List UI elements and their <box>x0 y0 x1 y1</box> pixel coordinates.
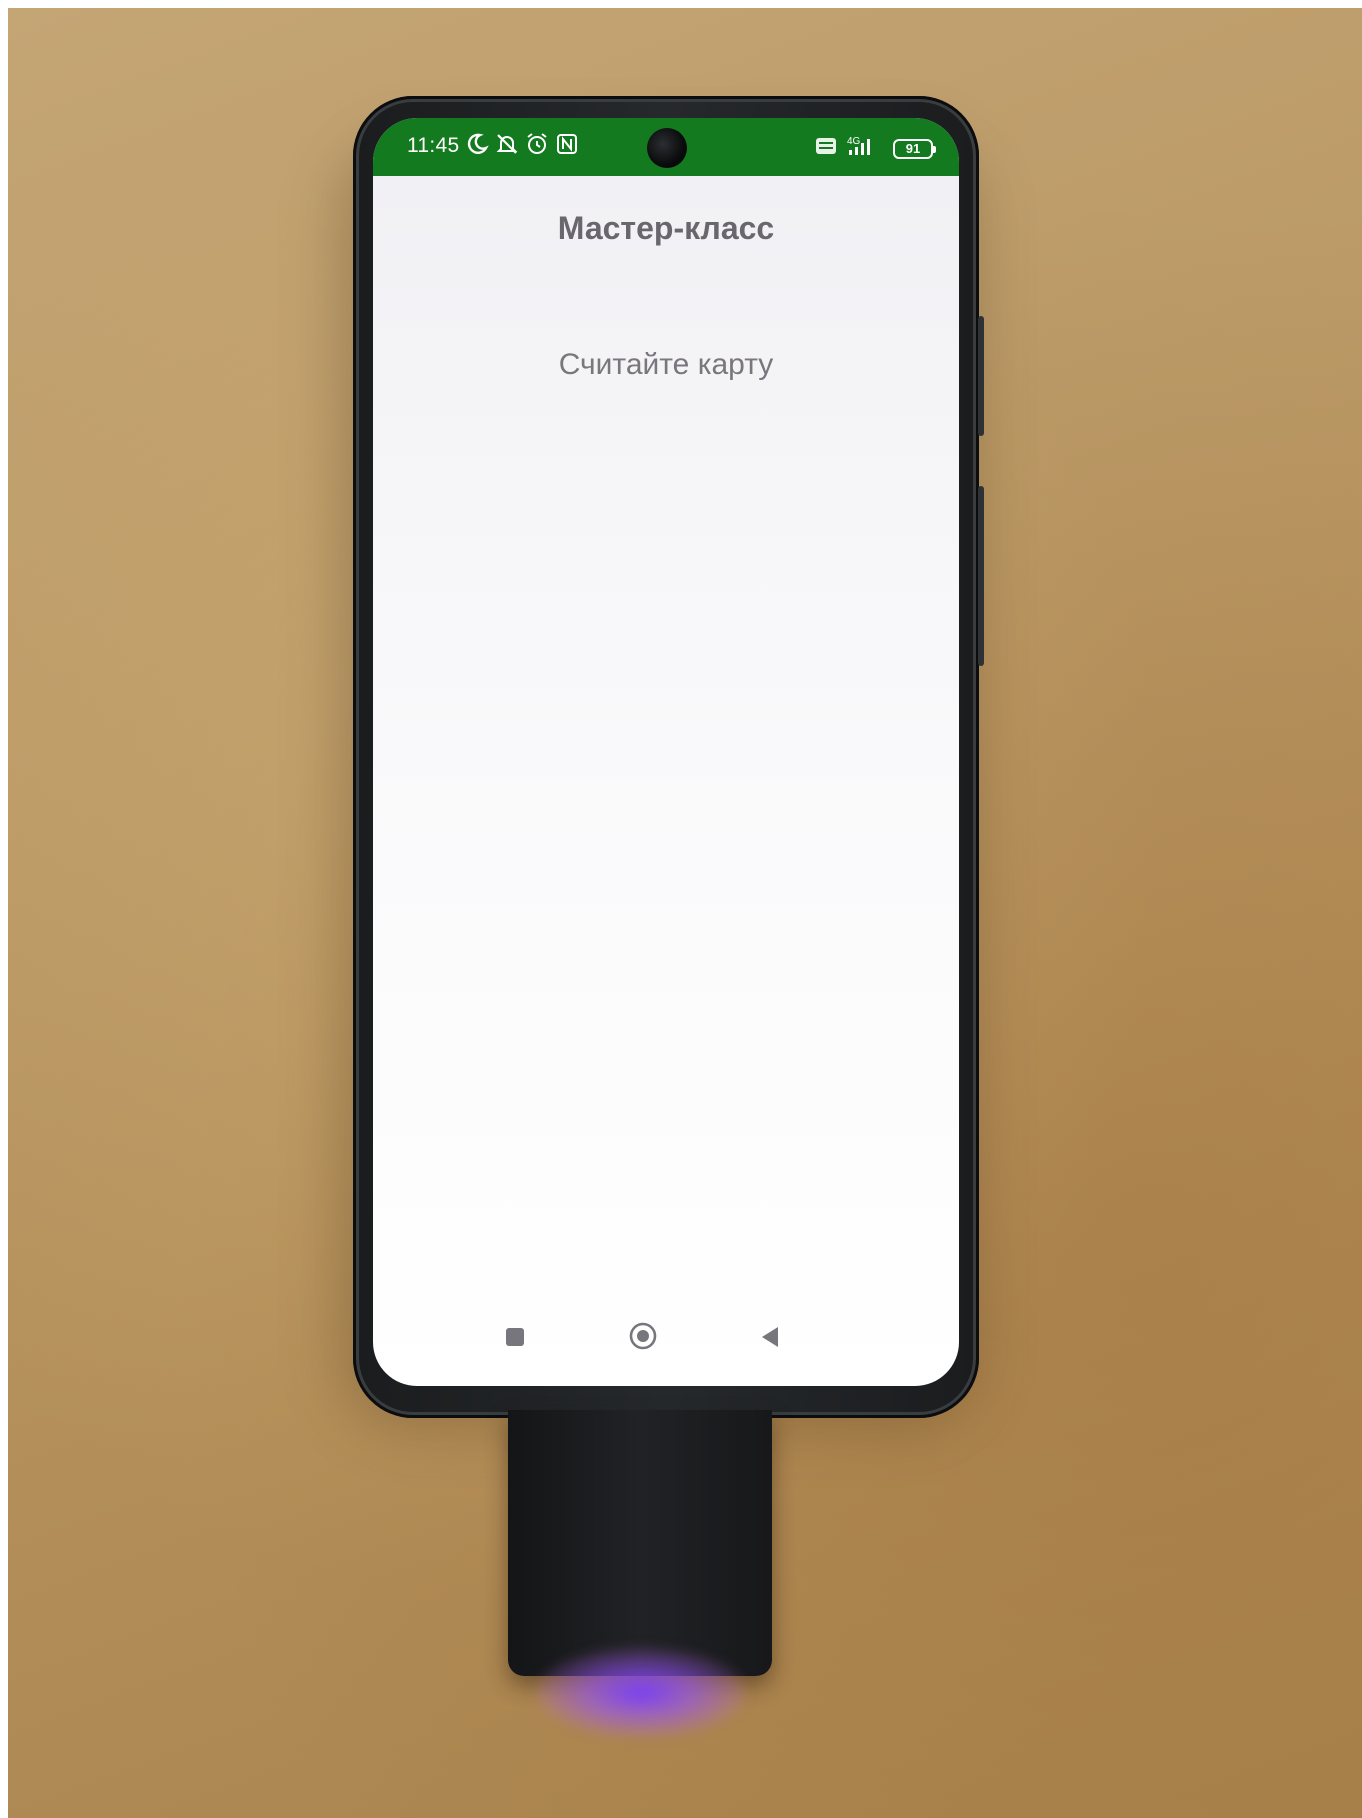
page-title: Мастер-класс <box>557 210 775 246</box>
status-left-icons <box>465 132 579 156</box>
phone-screen: 11:45 4G 91 Мастер-класс Считайте карту <box>373 118 959 1386</box>
status-bar: 11:45 4G 91 <box>373 118 959 176</box>
card-reader-device <box>508 1410 772 1676</box>
recent-apps-icon[interactable] <box>506 1328 524 1346</box>
status-time: 11:45 <box>407 134 460 157</box>
home-icon[interactable] <box>628 1321 658 1351</box>
battery-level: 91 <box>905 140 921 156</box>
read-card-prompt: Считайте карту <box>558 348 774 381</box>
nfc-icon <box>555 132 579 156</box>
battery-icon: 91 <box>893 138 936 159</box>
svg-text:4G: 4G <box>847 136 861 147</box>
reader-led-light <box>536 1648 746 1738</box>
status-right-icons: 4G 91 <box>815 134 936 163</box>
notifications-off-icon <box>495 132 519 156</box>
navigation-bar <box>373 1308 959 1368</box>
volume-button <box>978 316 984 436</box>
power-button <box>978 486 984 666</box>
smartphone: 11:45 4G 91 Мастер-класс Считайте карту <box>353 96 984 1418</box>
volte-icon <box>815 136 837 161</box>
alarm-icon <box>525 132 549 156</box>
front-camera <box>647 128 687 168</box>
moon-icon <box>465 132 489 156</box>
back-icon[interactable] <box>758 1323 782 1351</box>
photo-background: 11:45 4G 91 Мастер-класс Считайте карту <box>8 8 1362 1818</box>
signal-icon: 4G <box>845 134 885 163</box>
